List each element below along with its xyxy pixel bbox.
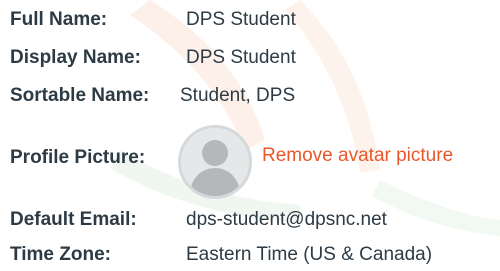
profile-details: Full Name: DPS Student Display Name: DPS… [0, 0, 500, 271]
default-email-label: Default Email: [10, 209, 137, 230]
time-zone-label: Time Zone: [10, 244, 111, 265]
remove-avatar-link[interactable]: Remove avatar picture [262, 144, 453, 168]
profile-picture-label: Profile Picture: [10, 147, 146, 168]
sortable-name-label: Sortable Name: [10, 85, 150, 106]
display-name-label: Display Name: [10, 47, 141, 68]
sortable-name-value: Student, DPS [180, 85, 296, 106]
display-name-value: DPS Student [186, 47, 296, 68]
default-user-avatar-icon[interactable] [178, 125, 252, 199]
full-name-label: Full Name: [10, 9, 108, 30]
default-email-value: dps-student@dpsnc.net [186, 209, 387, 230]
time-zone-value: Eastern Time (US & Canada) [186, 244, 433, 265]
full-name-value: DPS Student [186, 9, 296, 30]
